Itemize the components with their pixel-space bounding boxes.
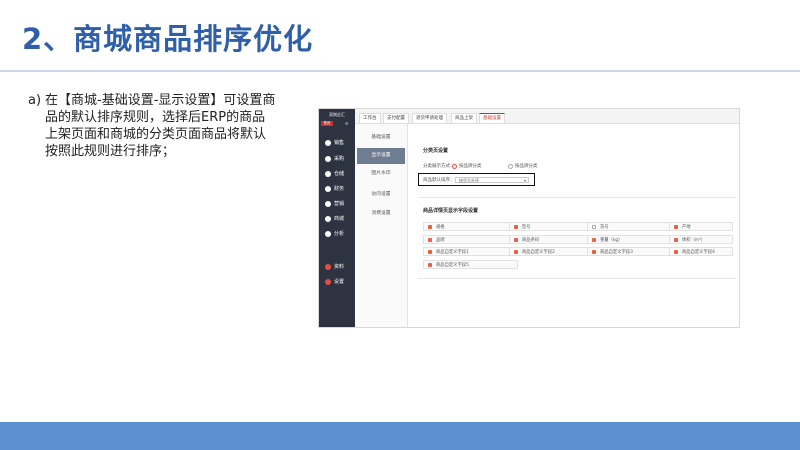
tab-bar: 工作台 支付配置 退货申请处理 商品上架 基础设置 — [355, 109, 739, 124]
nav-item-data[interactable]: 资料 — [319, 261, 355, 273]
home-badge[interactable]: 首页 — [321, 121, 333, 126]
field-checkbox[interactable]: 体积（m³） — [669, 235, 733, 244]
field-label: 商品自定义字段1 — [436, 250, 469, 255]
nav-item-purchase[interactable]: 采购 — [319, 153, 355, 165]
cart-icon — [325, 140, 331, 146]
field-checkbox[interactable]: 货号 — [587, 222, 682, 231]
submenu-access[interactable]: 访问设置 — [355, 187, 407, 203]
checkbox-checked-icon — [674, 250, 678, 254]
target-icon — [325, 231, 331, 237]
settings-content: 分类页设置 分类展示方式： 按品牌分类 按品牌分类 商品默认排序： 按货号升序 ▾… — [411, 124, 737, 327]
shop-icon — [325, 216, 331, 222]
bullet-mark: a) — [28, 93, 42, 108]
checkbox-checked-icon — [592, 238, 596, 242]
submenu-basic[interactable]: 基础设置 — [355, 130, 407, 146]
erp-screenshot: 双岗企汇 首页 ⚙ 销售 采购 仓储 财务 营销 商城 分析 资料 设置 工作台… — [318, 108, 740, 328]
submenu: 基础设置 显示设置 图片水印 访问设置 消费设置 — [355, 124, 408, 327]
nav-item-marketing[interactable]: 营销 — [319, 198, 355, 210]
checkbox-checked-icon — [514, 250, 518, 254]
sidebar: 双岗企汇 首页 ⚙ 销售 采购 仓储 财务 营销 商城 分析 资料 设置 — [319, 109, 355, 327]
tab-listing[interactable]: 商品上架 — [451, 113, 477, 124]
title-divider — [0, 70, 800, 72]
field-label: 商品自定义字段4 — [682, 250, 715, 255]
submenu-consume[interactable]: 消费设置 — [355, 206, 407, 222]
tab-workbench[interactable]: 工作台 — [359, 113, 381, 124]
field-checkbox[interactable]: 商品自定义字段3 — [587, 247, 682, 256]
settings-icon[interactable]: ⚙ — [345, 121, 349, 126]
tab-payment[interactable]: 支付配置 — [383, 113, 409, 124]
mode-option-1: 按品牌分类 — [459, 164, 482, 169]
logo-bar: 首页 ⚙ — [321, 121, 351, 126]
field-checkbox[interactable]: 商品自定义字段4 — [669, 247, 733, 256]
checkbox-checked-icon — [592, 250, 596, 254]
field-label: 重量（kg） — [600, 238, 623, 243]
section-divider — [418, 197, 736, 198]
field-checkbox[interactable]: 产地 — [669, 222, 733, 231]
sort-highlight-box: 商品默认排序： 按货号升序 ▾ — [418, 173, 535, 186]
field-checkbox[interactable]: 商品自定义字段1 — [423, 247, 518, 256]
field-label: 商品自定义字段5 — [436, 263, 469, 268]
nav-item-sales[interactable]: 销售 — [319, 137, 355, 149]
field-label: 型号 — [522, 225, 531, 230]
tab-returns[interactable]: 退货申请处理 — [412, 113, 447, 124]
submenu-watermark[interactable]: 图片水印 — [355, 166, 407, 182]
chevron-down-icon: ▾ — [523, 178, 526, 183]
checkbox-checked-icon — [514, 225, 518, 229]
checkbox-checked-icon — [674, 225, 678, 229]
nav-item-shop[interactable]: 商城 — [319, 213, 355, 225]
checkbox-checked-icon — [428, 225, 432, 229]
nav-item-settings[interactable]: 设置 — [319, 276, 355, 288]
mode-radio-1[interactable] — [452, 164, 457, 169]
checkbox-checked-icon — [428, 238, 432, 242]
checkbox-checked-icon — [428, 263, 432, 267]
field-label: 商品自定义字段2 — [522, 250, 555, 255]
gear-icon — [325, 279, 331, 285]
fields-section-title: 商品详情页显示字段设置 — [423, 208, 479, 214]
field-label: 体积（m³） — [682, 238, 706, 243]
bullet-point: a) 在【商城-基础设置-显示设置】可设置商品的默认排序规则，选择后ERP的商品… — [28, 92, 278, 160]
field-label: 货号 — [600, 225, 609, 230]
field-checkbox[interactable]: 品牌 — [423, 235, 518, 244]
field-checkbox[interactable]: 重量（kg） — [587, 235, 682, 244]
nav-item-analysis[interactable]: 分析 — [319, 228, 355, 240]
field-label: 规格 — [436, 225, 445, 230]
nav-item-finance[interactable]: 财务 — [319, 183, 355, 195]
checkbox-unchecked-icon — [592, 225, 596, 229]
field-label: 产地 — [682, 225, 691, 230]
category-section-title: 分类页设置 — [423, 148, 449, 154]
app-logo: 双岗企汇 — [329, 112, 345, 117]
field-label: 品牌 — [436, 238, 445, 243]
chart-icon — [325, 186, 331, 192]
folder-icon — [325, 264, 331, 270]
field-label: 商品条码 — [522, 238, 540, 243]
chat-icon — [325, 201, 331, 207]
footer-bar — [0, 422, 800, 450]
checkbox-checked-icon — [674, 238, 678, 242]
warehouse-icon — [325, 171, 331, 177]
slide-title: 2、商城商品排序优化 — [22, 22, 314, 56]
mode-option-2: 按品牌分类 — [515, 164, 538, 169]
bullet-text: 在【商城-基础设置-显示设置】可设置商品的默认排序规则，选择后ERP的商品上架页… — [45, 93, 276, 159]
section-divider-bottom — [418, 278, 736, 279]
sort-select[interactable]: 按货号升序 ▾ — [455, 177, 529, 183]
checkbox-checked-icon — [428, 250, 432, 254]
sort-label: 商品默认排序： — [423, 178, 455, 183]
display-mode-label: 分类展示方式： — [423, 164, 455, 169]
mode-radio-2[interactable] — [508, 164, 513, 169]
apple-icon — [325, 156, 331, 162]
sort-value: 按货号升序 — [459, 178, 479, 183]
field-label: 商品自定义字段3 — [600, 250, 633, 255]
nav-item-warehouse[interactable]: 仓储 — [319, 168, 355, 180]
tab-basic-settings[interactable]: 基础设置 — [479, 113, 505, 124]
checkbox-checked-icon — [514, 238, 518, 242]
submenu-display[interactable]: 显示设置 — [357, 148, 405, 164]
field-checkbox[interactable]: 规格 — [423, 222, 518, 231]
field-checkbox[interactable]: 商品自定义字段5 — [423, 260, 518, 269]
